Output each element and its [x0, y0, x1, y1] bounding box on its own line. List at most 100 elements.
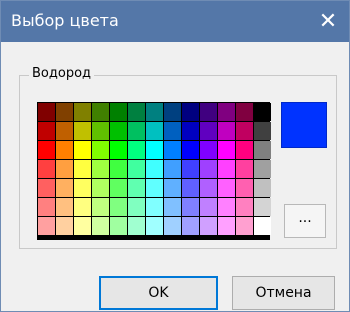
color-swatch[interactable] [254, 103, 271, 121]
color-swatch[interactable] [254, 179, 271, 197]
color-swatch[interactable] [164, 217, 181, 235]
color-swatch[interactable] [56, 160, 73, 178]
color-swatch[interactable] [92, 217, 109, 235]
color-swatch[interactable] [200, 217, 217, 235]
color-swatch[interactable] [254, 122, 271, 140]
color-swatch[interactable] [56, 217, 73, 235]
color-swatch[interactable] [110, 198, 127, 216]
color-swatch[interactable] [236, 103, 253, 121]
color-swatch[interactable] [74, 103, 91, 121]
color-swatch[interactable] [110, 179, 127, 197]
color-swatch[interactable] [254, 198, 271, 216]
color-swatch[interactable] [74, 198, 91, 216]
color-swatch[interactable] [128, 103, 145, 121]
color-swatch[interactable] [236, 217, 253, 235]
color-swatch[interactable] [182, 103, 199, 121]
color-swatch[interactable] [146, 103, 163, 121]
color-swatch[interactable] [110, 160, 127, 178]
cancel-button[interactable]: Отмена [232, 276, 335, 310]
color-swatch[interactable] [110, 141, 127, 159]
color-swatch[interactable] [56, 122, 73, 140]
color-swatch[interactable] [74, 160, 91, 178]
color-swatch[interactable] [38, 103, 55, 121]
color-swatch[interactable] [218, 198, 235, 216]
color-swatch[interactable] [38, 141, 55, 159]
color-swatch[interactable] [38, 198, 55, 216]
color-swatch[interactable] [38, 122, 55, 140]
color-swatch[interactable] [92, 160, 109, 178]
color-swatch[interactable] [128, 217, 145, 235]
window-title: Выбор цвета [11, 11, 119, 30]
color-swatch[interactable] [146, 217, 163, 235]
color-swatch[interactable] [74, 122, 91, 140]
color-swatch[interactable] [92, 179, 109, 197]
color-swatch[interactable] [218, 141, 235, 159]
color-swatch[interactable] [128, 198, 145, 216]
color-swatch[interactable] [164, 141, 181, 159]
title-bar[interactable]: Выбор цвета ✕ [1, 1, 349, 42]
color-swatch[interactable] [200, 122, 217, 140]
color-swatch[interactable] [38, 217, 55, 235]
color-swatch[interactable] [128, 141, 145, 159]
color-swatch[interactable] [38, 160, 55, 178]
color-swatch[interactable] [56, 103, 73, 121]
color-swatch[interactable] [218, 122, 235, 140]
color-swatch[interactable] [74, 217, 91, 235]
color-swatch[interactable] [164, 198, 181, 216]
color-swatch[interactable] [146, 141, 163, 159]
group-label: Водород [29, 65, 95, 83]
color-swatch[interactable] [164, 103, 181, 121]
color-swatch[interactable] [236, 122, 253, 140]
close-icon[interactable]: ✕ [315, 9, 341, 35]
color-swatch[interactable] [110, 122, 127, 140]
selected-color-swatch [281, 102, 327, 148]
color-swatch[interactable] [146, 122, 163, 140]
color-swatch[interactable] [92, 141, 109, 159]
color-swatch[interactable] [218, 217, 235, 235]
color-picker-dialog: Выбор цвета ✕ Водород ... OK Отмена [0, 0, 350, 312]
color-swatch[interactable] [146, 198, 163, 216]
color-swatch[interactable] [218, 179, 235, 197]
color-swatch[interactable] [56, 141, 73, 159]
more-colors-button[interactable]: ... [284, 204, 326, 238]
color-swatch[interactable] [56, 179, 73, 197]
ok-button[interactable]: OK [99, 276, 218, 310]
color-swatch[interactable] [218, 160, 235, 178]
color-swatch[interactable] [200, 103, 217, 121]
color-swatch[interactable] [182, 217, 199, 235]
color-swatch[interactable] [236, 179, 253, 197]
color-swatch[interactable] [254, 160, 271, 178]
color-swatch[interactable] [254, 217, 271, 235]
color-swatch[interactable] [146, 160, 163, 178]
color-swatch[interactable] [200, 179, 217, 197]
color-swatch[interactable] [92, 103, 109, 121]
color-swatch[interactable] [128, 160, 145, 178]
color-swatch[interactable] [200, 160, 217, 178]
color-swatch[interactable] [200, 198, 217, 216]
color-swatch[interactable] [110, 103, 127, 121]
color-swatch[interactable] [92, 198, 109, 216]
color-swatch[interactable] [182, 198, 199, 216]
color-swatch[interactable] [182, 179, 199, 197]
color-swatch[interactable] [74, 141, 91, 159]
color-swatch[interactable] [128, 122, 145, 140]
color-swatch[interactable] [128, 179, 145, 197]
color-swatch[interactable] [218, 103, 235, 121]
color-swatch[interactable] [182, 122, 199, 140]
color-swatch[interactable] [146, 179, 163, 197]
color-swatch[interactable] [74, 179, 91, 197]
color-swatch[interactable] [200, 141, 217, 159]
color-swatch[interactable] [236, 160, 253, 178]
color-swatch[interactable] [56, 198, 73, 216]
color-swatch[interactable] [254, 141, 271, 159]
color-swatch[interactable] [182, 160, 199, 178]
color-swatch[interactable] [236, 141, 253, 159]
color-swatch[interactable] [110, 217, 127, 235]
color-swatch[interactable] [182, 141, 199, 159]
color-swatch[interactable] [164, 179, 181, 197]
color-swatch[interactable] [92, 122, 109, 140]
color-swatch[interactable] [164, 122, 181, 140]
color-swatch[interactable] [38, 179, 55, 197]
color-swatch[interactable] [236, 198, 253, 216]
color-swatch[interactable] [164, 160, 181, 178]
